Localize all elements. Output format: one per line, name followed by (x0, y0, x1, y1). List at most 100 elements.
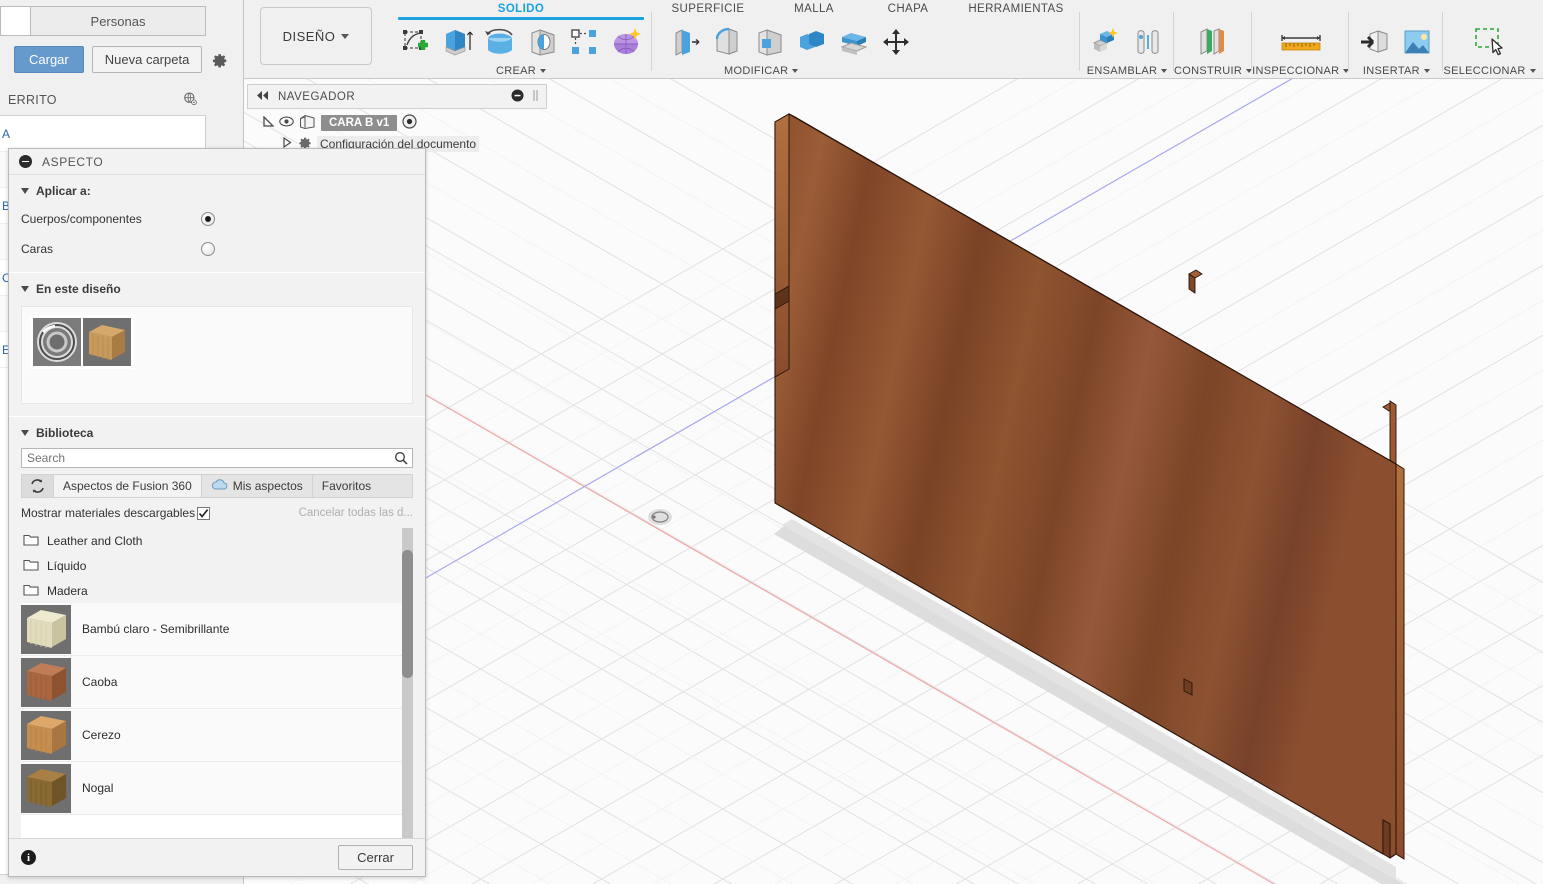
insert-canvas-icon[interactable] (1397, 23, 1437, 61)
library-scrollbar-thumb[interactable] (402, 550, 413, 678)
radio-row-caras[interactable]: Caras (9, 234, 425, 264)
aspecto-dialog: ASPECTO Aplicar a: Cuerpos/componentes C… (8, 148, 426, 877)
material-row-nogal[interactable]: Nogal (21, 762, 413, 815)
upload-button[interactable]: Cargar (14, 46, 84, 73)
folder-row-liquido[interactable]: Líquido (21, 553, 413, 578)
ensamblar-caption[interactable]: ENSAMBLAR (1080, 63, 1174, 79)
library-scrollbar-track[interactable] (402, 528, 413, 838)
collapse-left-icon[interactable] (256, 90, 269, 103)
material-row-caoba[interactable]: Caoba (21, 656, 413, 709)
project-breadcrumb[interactable]: ERRITO (0, 88, 206, 112)
folder-icon (23, 533, 39, 549)
gear-icon[interactable] (210, 51, 228, 69)
move-copy-icon[interactable] (876, 23, 916, 61)
folder-label: Leather and Cloth (47, 533, 143, 548)
measure-icon[interactable] (1275, 23, 1327, 61)
material-name: Nogal (82, 781, 114, 795)
tab-aspectos-fusion360[interactable]: Aspectos de Fusion 360 (54, 475, 202, 497)
modificar-icons (652, 20, 1080, 63)
in-design-swatch-area[interactable] (21, 306, 413, 404)
press-pull-icon[interactable] (666, 23, 706, 61)
folder-row-leather[interactable]: Leather and Cloth (21, 528, 413, 553)
offset-face-icon[interactable] (834, 23, 874, 61)
new-folder-button[interactable]: Nueva carpeta (91, 46, 203, 73)
tab-superficie[interactable]: SUPERFICIE (652, 0, 764, 17)
tree-node-label[interactable]: CARA B v1 (321, 114, 398, 131)
tab-herramientas[interactable]: HERRAMIENTAS (952, 0, 1080, 17)
radio-cuerpos-componentes[interactable] (201, 212, 215, 226)
revolve-icon[interactable] (480, 23, 520, 61)
chevron-down-icon (1161, 69, 1168, 73)
ensamblar-spacer (1080, 0, 1174, 17)
info-icon[interactable]: i (21, 850, 36, 865)
offset-plane-icon[interactable] (1193, 23, 1233, 61)
crear-caption-label: CREAR (495, 65, 536, 77)
seleccionar-caption[interactable]: SELECCIONAR (1443, 63, 1536, 79)
show-downloadable-checkbox[interactable] (197, 506, 210, 520)
construir-caption[interactable]: CONSTRUIR (1174, 63, 1253, 79)
form-icon[interactable] (606, 23, 646, 61)
library-list[interactable]: Leather and Cloth Líquido Madera Bambú c… (21, 528, 413, 838)
list-item[interactable]: A (0, 116, 205, 152)
cara-b-panel[interactable] (774, 113, 1405, 860)
chevron-down-icon (341, 33, 350, 39)
tab-chapa[interactable]: CHAPA (864, 0, 952, 17)
triangle-down-icon (21, 430, 29, 436)
toolbar-group-crear: SOLIDO CREAR (390, 0, 652, 79)
combine-icon[interactable] (792, 23, 832, 61)
workspace-switcher[interactable]: DISEÑO (260, 7, 372, 65)
refresh-icon[interactable] (22, 475, 54, 497)
eye-icon[interactable] (279, 116, 294, 130)
cancel-downloads-link[interactable]: Cancelar todas las d... (299, 507, 413, 519)
minimize-icon[interactable] (19, 155, 32, 168)
tab-solido[interactable]: SOLIDO (390, 0, 652, 17)
grip-icon[interactable] (533, 89, 538, 105)
toolbar-group-insertar: INSERTAR (1349, 0, 1444, 79)
wood-oak-swatch[interactable] (83, 318, 131, 366)
insertar-caption[interactable]: INSERTAR (1349, 63, 1443, 79)
radio-caras[interactable] (201, 242, 215, 256)
crear-caption[interactable]: CREAR (390, 63, 652, 79)
insert-derive-icon[interactable] (1355, 23, 1395, 61)
new-component-icon[interactable] (1086, 23, 1126, 61)
fillet-icon[interactable] (708, 23, 748, 61)
biblioteca-section-header[interactable]: Biblioteca (9, 417, 425, 446)
aplicar-a-section-header[interactable]: Aplicar a: (9, 175, 425, 204)
expand-triangle-icon[interactable] (263, 114, 275, 130)
inspeccionar-caption[interactable]: INSPECCIONAR (1252, 63, 1350, 79)
tab-personas[interactable]: Personas (31, 7, 205, 35)
en-este-diseno-section-header[interactable]: En este diseño (9, 273, 425, 302)
minimize-icon[interactable] (511, 89, 524, 105)
extrude-icon[interactable] (438, 23, 478, 61)
target-icon[interactable] (402, 113, 417, 132)
chevron-down-icon (540, 69, 546, 73)
folder-row-madera[interactable]: Madera (21, 578, 413, 603)
tree-node-cara-b[interactable]: CARA B v1 (247, 112, 547, 133)
radio-row-cuerpos[interactable]: Cuerpos/componentes (9, 204, 425, 234)
tab-data[interactable] (1, 7, 31, 35)
joint-icon[interactable] (1128, 23, 1168, 61)
metal-chrome-swatch[interactable] (33, 318, 81, 366)
folder-label: Líquido (47, 558, 87, 573)
library-tabs: Aspectos de Fusion 360 Mis aspectos Favo… (21, 474, 413, 498)
cloud-icon (211, 479, 228, 493)
search-icon[interactable] (394, 451, 408, 468)
tab-mis-aspectos[interactable]: Mis aspectos (202, 475, 313, 497)
rectangular-pattern-icon[interactable] (564, 23, 604, 61)
3d-viewport[interactable] (244, 79, 1543, 884)
create-sketch-icon[interactable] (396, 23, 436, 61)
modificar-caption-label: MODIFICAR (724, 65, 789, 77)
modificar-caption[interactable]: MODIFICAR (652, 63, 1080, 79)
hole-icon[interactable] (522, 23, 562, 61)
material-row-bambu[interactable]: Bambú claro - Semibrillante (21, 603, 413, 656)
tab-favoritos[interactable]: Favoritos (313, 475, 380, 497)
material-row-cerezo[interactable]: Cerezo (21, 709, 413, 762)
shell-icon[interactable] (750, 23, 790, 61)
window-selection-icon[interactable] (1464, 23, 1516, 61)
search-input[interactable] (21, 448, 413, 468)
tab-malla[interactable]: MALLA (764, 0, 864, 17)
globe-eye-icon[interactable] (182, 91, 198, 110)
aspecto-titlebar: ASPECTO (9, 149, 425, 175)
origin-icon[interactable] (648, 509, 672, 525)
close-button[interactable]: Cerrar (338, 845, 413, 870)
